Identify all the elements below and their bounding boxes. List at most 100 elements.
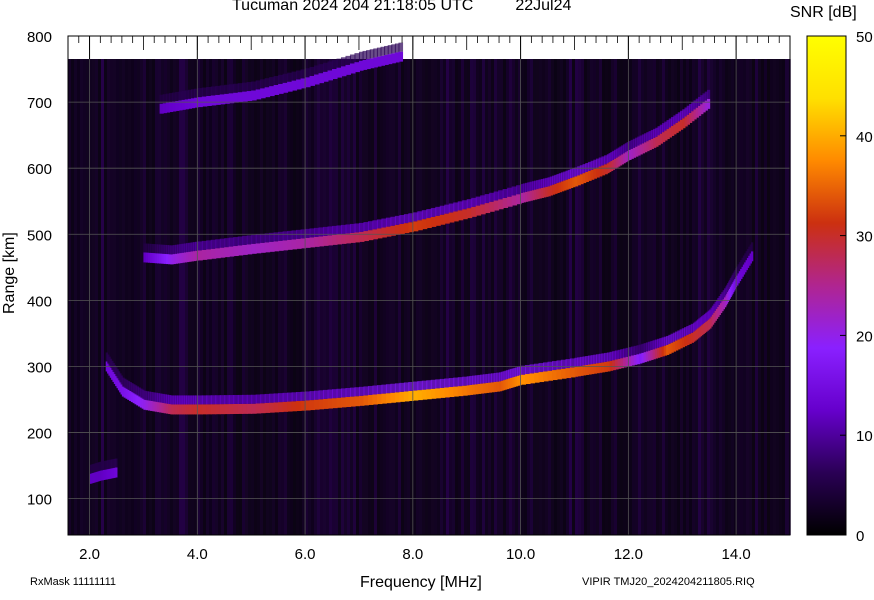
- noise-column: [635, 59, 638, 535]
- y-tick-label: 300: [27, 359, 52, 376]
- noise-column: [464, 59, 467, 535]
- noise-column: [683, 59, 686, 535]
- y-axis-label: Range [km]: [1, 232, 18, 314]
- noise-column: [530, 59, 533, 535]
- noise-column: [542, 59, 545, 535]
- noise-column: [170, 59, 173, 535]
- noise-column: [599, 59, 602, 535]
- noise-column: [188, 59, 191, 535]
- echo-halo: [115, 458, 118, 468]
- noise-column: [128, 59, 131, 535]
- noise-column: [350, 59, 353, 535]
- noise-column: [296, 59, 299, 535]
- noise-column: [74, 59, 77, 535]
- noise-column: [140, 59, 143, 535]
- noise-column: [242, 59, 245, 535]
- no-data-band: [68, 36, 790, 59]
- noise-column: [77, 59, 80, 535]
- noise-column: [509, 59, 512, 535]
- noise-column: [584, 59, 587, 535]
- noise-column: [470, 59, 473, 535]
- noise-column: [758, 59, 761, 535]
- noise-column: [179, 59, 182, 535]
- noise-column: [569, 59, 572, 535]
- noise-column: [185, 59, 188, 535]
- echo-point: [706, 98, 711, 109]
- noise-column: [689, 59, 692, 535]
- echo-point: [115, 467, 118, 478]
- y-tick-label: 400: [27, 293, 52, 310]
- title-date: 22Jul24: [515, 0, 572, 14]
- noise-column: [647, 59, 650, 535]
- noise-column: [713, 59, 716, 535]
- noise-column: [752, 59, 755, 535]
- noise-column: [122, 59, 125, 535]
- noise-column: [422, 59, 425, 535]
- y-tick-label: 200: [27, 426, 52, 443]
- noise-column: [365, 59, 368, 535]
- y-tick-label: 800: [27, 29, 52, 46]
- noise-column: [389, 59, 392, 535]
- noise-column: [152, 59, 155, 535]
- noise-column: [779, 59, 782, 535]
- noise-column: [257, 59, 260, 535]
- noise-column: [740, 59, 743, 535]
- echo-halo: [706, 89, 711, 99]
- noise-column: [368, 59, 371, 535]
- noise-column: [608, 59, 611, 535]
- colorbar-tick-label: 40: [856, 129, 873, 146]
- noise-column: [290, 59, 293, 535]
- noise-column: [515, 59, 518, 535]
- noise-column: [149, 59, 152, 535]
- noise-column: [578, 59, 581, 535]
- noise-column: [233, 59, 236, 535]
- noise-column: [362, 59, 365, 535]
- noise-column: [485, 59, 488, 535]
- noise-column: [548, 59, 551, 535]
- noise-column: [260, 59, 263, 535]
- noise-column: [191, 59, 194, 535]
- echo-halo: [750, 242, 754, 252]
- noise-column: [254, 59, 257, 535]
- noise-column: [746, 59, 749, 535]
- noise-column: [83, 59, 86, 535]
- noise-column: [596, 59, 599, 535]
- noise-column: [527, 59, 530, 535]
- noise-column: [266, 59, 269, 535]
- noise-column: [467, 59, 470, 535]
- noise-column: [461, 59, 464, 535]
- noise-column: [347, 59, 350, 535]
- noise-column: [488, 59, 491, 535]
- noise-column: [371, 59, 374, 535]
- noise-column: [215, 59, 218, 535]
- noise-column: [167, 59, 170, 535]
- noise-column: [434, 59, 437, 535]
- y-tick-label: 500: [27, 227, 52, 244]
- noise-column: [476, 59, 479, 535]
- noise-column: [320, 59, 323, 535]
- noise-column: [332, 59, 335, 535]
- noise-column: [311, 59, 314, 535]
- noise-column: [173, 59, 176, 535]
- noise-column: [458, 59, 461, 535]
- colorbar-tick-label: 50: [856, 29, 873, 46]
- noise-column: [551, 59, 554, 535]
- noise-column: [563, 59, 566, 535]
- noise-column: [269, 59, 272, 535]
- noise-column: [416, 59, 419, 535]
- noise-column: [770, 59, 773, 535]
- noise-column: [524, 59, 527, 535]
- noise-column: [209, 59, 212, 535]
- noise-column: [251, 59, 254, 535]
- noise-column: [431, 59, 434, 535]
- noise-column: [308, 59, 311, 535]
- noise-column: [380, 59, 383, 535]
- rx-mask-label: RxMask 11111111: [30, 576, 117, 588]
- noise-column: [593, 59, 596, 535]
- noise-column: [236, 59, 239, 535]
- x-tick-label: 8.0: [402, 546, 423, 563]
- noise-column: [287, 59, 290, 535]
- noise-column: [224, 59, 227, 535]
- colorbar-tick-label: 20: [856, 328, 873, 345]
- noise-column: [314, 59, 317, 535]
